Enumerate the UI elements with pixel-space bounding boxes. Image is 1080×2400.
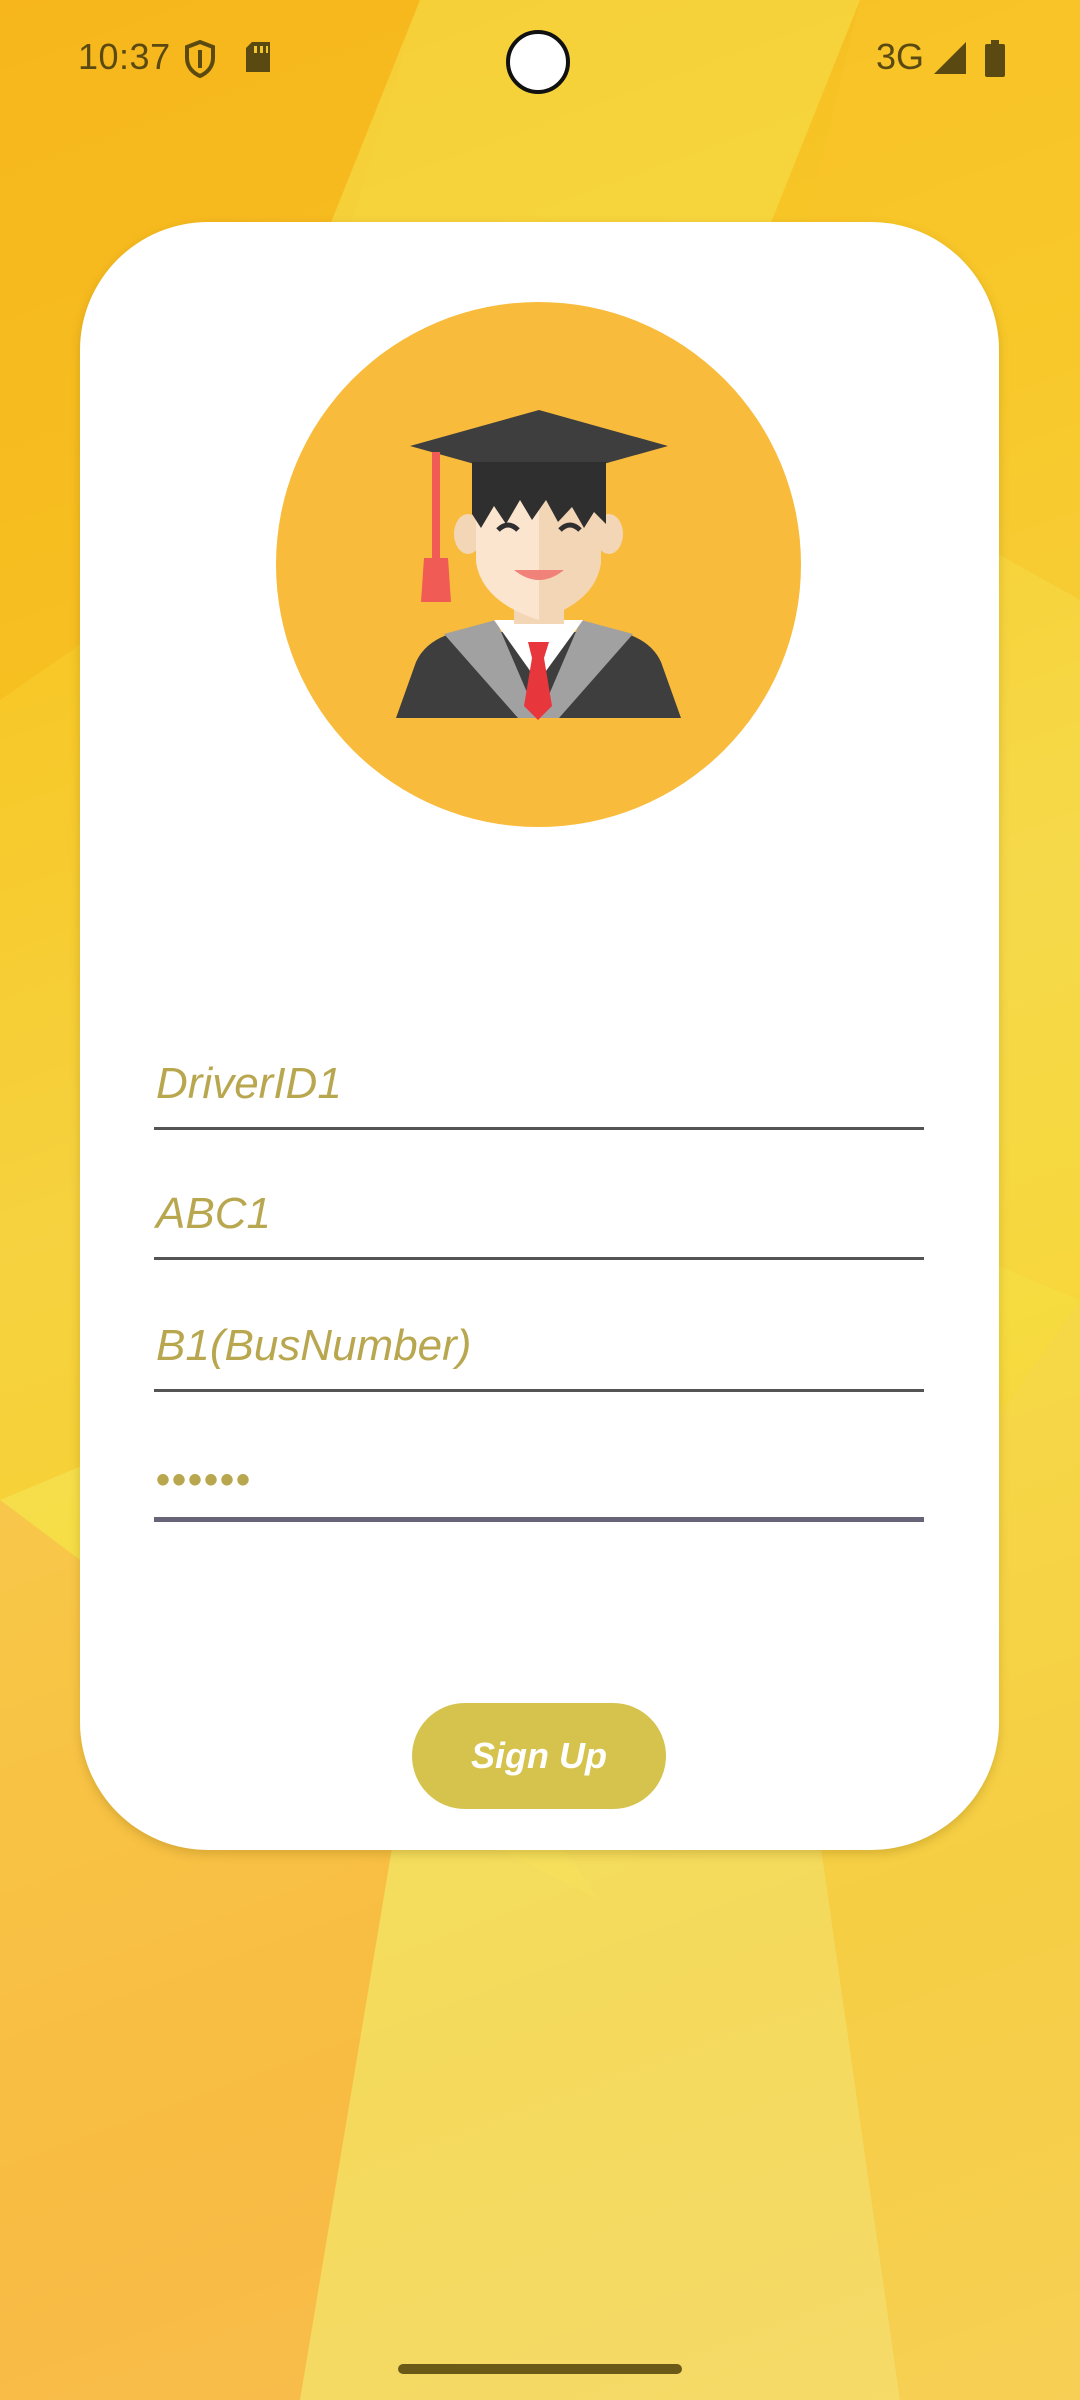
- name-value: ABC1: [156, 1189, 271, 1238]
- signup-button[interactable]: Sign Up: [412, 1703, 666, 1809]
- sd-card-icon: [244, 40, 272, 79]
- status-bar: 10:37 3G: [0, 0, 1080, 120]
- battery-icon: [984, 40, 1006, 83]
- password-field[interactable]: ••••••: [154, 1442, 924, 1522]
- signup-card: DriverID1 ABC1 B1(BusNumber) •••••• Sign…: [80, 222, 999, 1850]
- driver-id-value: DriverID1: [156, 1059, 342, 1108]
- camera-cutout: [506, 30, 570, 94]
- password-value: ••••••: [156, 1458, 253, 1502]
- status-time: 10:37: [78, 36, 171, 77]
- gesture-nav-handle[interactable]: [398, 2364, 682, 2374]
- driver-id-field[interactable]: DriverID1: [154, 1050, 924, 1130]
- signal-icon: [932, 40, 968, 81]
- shield-icon: [184, 39, 216, 83]
- bus-number-field[interactable]: B1(BusNumber): [154, 1312, 924, 1392]
- name-field[interactable]: ABC1: [154, 1180, 924, 1260]
- bus-number-value: B1(BusNumber): [156, 1321, 472, 1370]
- signup-button-label: Sign Up: [471, 1735, 607, 1776]
- graduate-avatar-icon: [276, 302, 801, 827]
- network-type: 3G: [876, 36, 925, 77]
